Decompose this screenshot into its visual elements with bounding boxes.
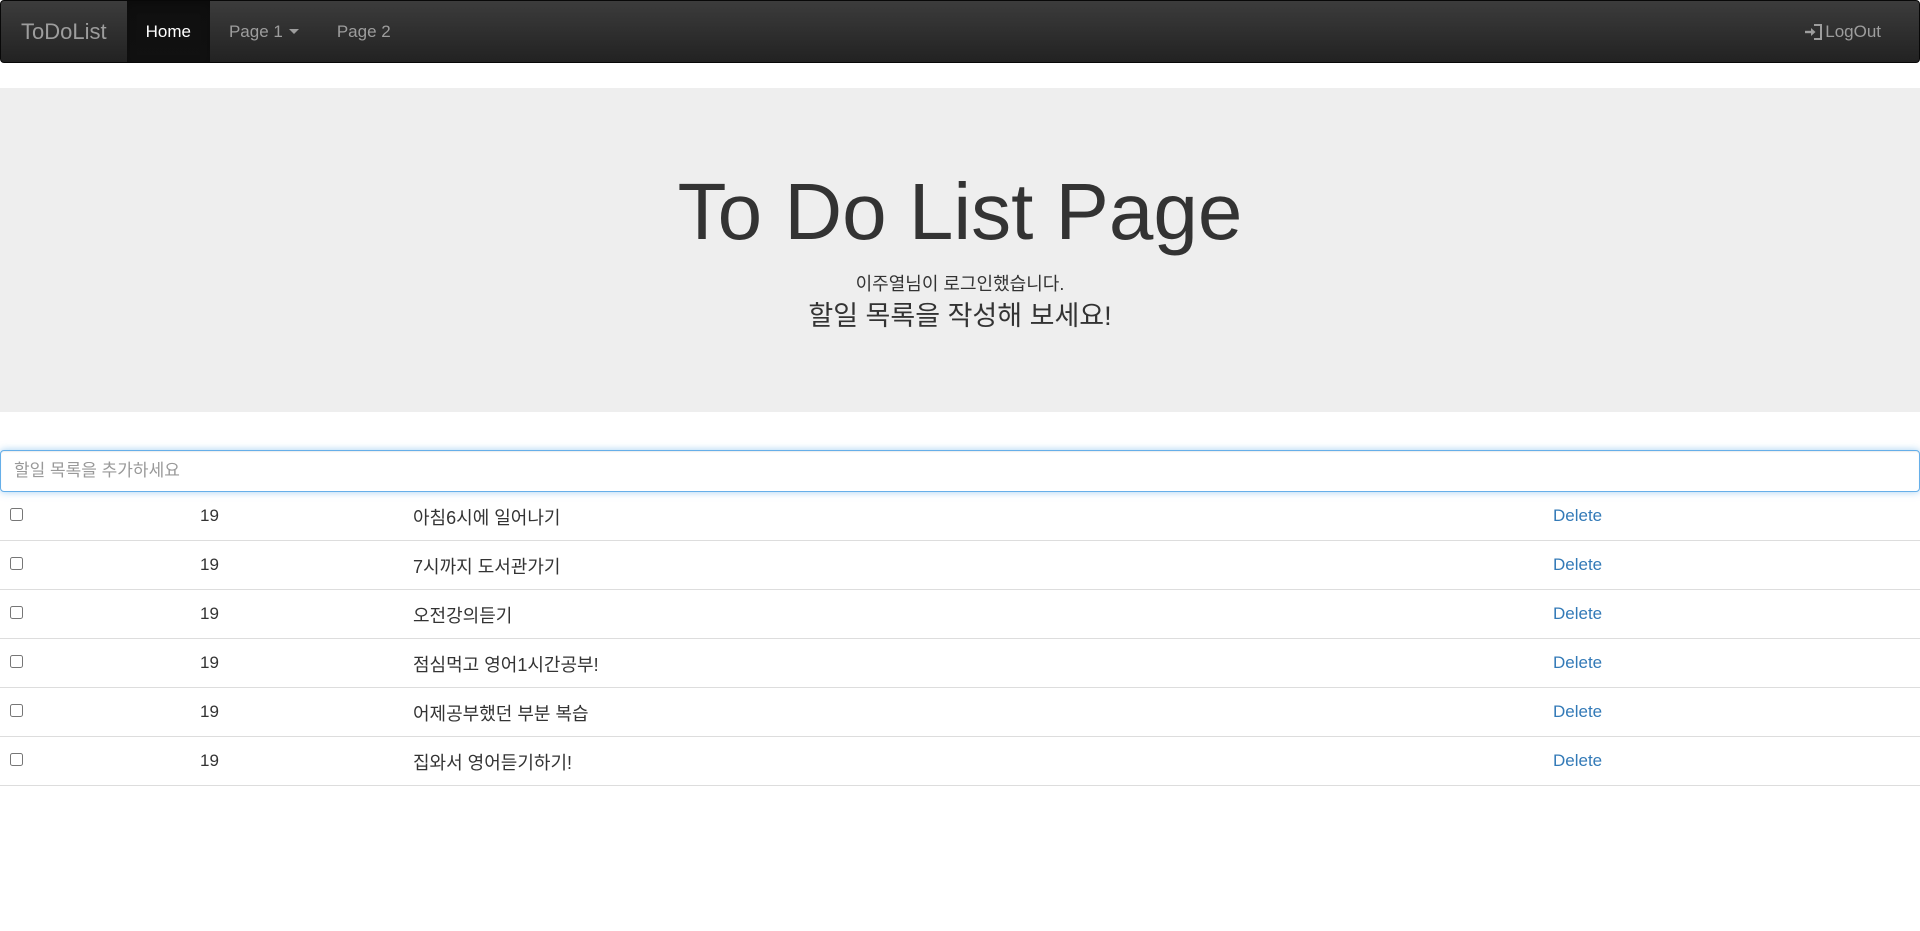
todo-number: 19	[200, 751, 219, 770]
todo-checkbox[interactable]	[10, 557, 23, 570]
todo-text: 점심먹고 영어1시간공부!	[413, 655, 599, 675]
navbar-brand[interactable]: ToDoList	[1, 1, 127, 62]
todo-row: 19 오전강의듣기 Delete	[0, 590, 1920, 639]
todo-checkbox[interactable]	[10, 606, 23, 619]
todo-row: 19 어제공부했던 부분 복습 Delete	[0, 688, 1920, 737]
logout-link[interactable]: LogOut	[1784, 1, 1919, 62]
delete-link[interactable]: Delete	[1553, 653, 1602, 673]
delete-link[interactable]: Delete	[1553, 555, 1602, 575]
todo-row: 19 아침6시에 일어나기 Delete	[0, 492, 1920, 541]
top-navbar: ToDoList Home Page 1 Page 2 LogOut	[0, 0, 1920, 63]
todo-checkbox[interactable]	[10, 704, 23, 717]
todo-text: 아침6시에 일어나기	[413, 508, 561, 528]
page-subtitle: 할일 목록을 작성해 보세요!	[808, 301, 1112, 331]
todo-checkbox[interactable]	[10, 655, 23, 668]
todo-number: 19	[200, 555, 219, 574]
nav-item-page-1-dropdown[interactable]: Page 1	[210, 1, 318, 62]
page-title: To Do List Page	[677, 167, 1243, 256]
delete-link[interactable]: Delete	[1553, 506, 1602, 526]
todo-checkbox[interactable]	[10, 508, 23, 521]
todo-text: 어제공부했던 부분 복습	[413, 704, 589, 724]
nav-item-page-2[interactable]: Page 2	[318, 1, 410, 62]
todo-number: 19	[200, 604, 219, 623]
todo-text: 오전강의듣기	[413, 606, 513, 626]
todo-row: 19 집와서 영어듣기하기! Delete	[0, 737, 1920, 786]
nav-item-home[interactable]: Home	[126, 1, 210, 62]
todo-text: 7시까지 도서관가기	[413, 557, 561, 577]
todo-text: 집와서 영어듣기하기!	[413, 753, 573, 773]
todo-number: 19	[200, 653, 219, 672]
todo-list: 19 아침6시에 일어나기 Delete 19 7시까지 도서관가기 Delet…	[0, 492, 1920, 786]
login-status-text: 이주열님이 로그인했습니다.	[855, 274, 1065, 294]
caret-down-icon	[288, 29, 299, 34]
todo-number: 19	[200, 702, 219, 721]
add-todo-input[interactable]	[0, 450, 1920, 492]
nav-item-page-2-label: Page 2	[336, 21, 391, 41]
logout-label: LogOut	[1825, 21, 1881, 41]
delete-link[interactable]: Delete	[1553, 702, 1602, 722]
todo-checkbox[interactable]	[10, 753, 23, 766]
log-in-icon	[1805, 23, 1823, 40]
nav-item-home-label: Home	[145, 21, 191, 41]
jumbotron: To Do List Page 이주열님이 로그인했습니다. 할일 목록을 작성…	[0, 88, 1920, 412]
delete-link[interactable]: Delete	[1553, 751, 1602, 771]
todo-number: 19	[200, 506, 219, 525]
nav-item-page-1-label: Page 1	[228, 21, 283, 41]
delete-link[interactable]: Delete	[1553, 604, 1602, 624]
todo-row: 19 점심먹고 영어1시간공부! Delete	[0, 639, 1920, 688]
todo-row: 19 7시까지 도서관가기 Delete	[0, 541, 1920, 590]
